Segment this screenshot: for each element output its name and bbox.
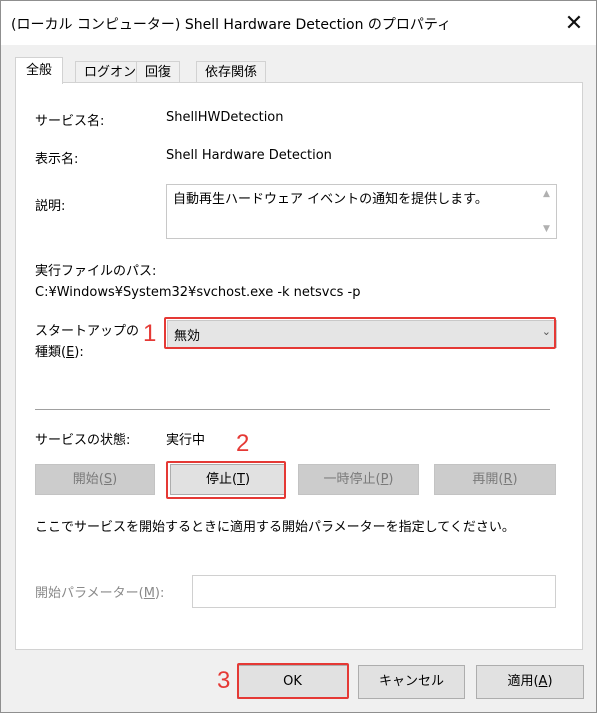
start-params-hint: ここでサービスを開始するときに適用する開始パラメーターを指定してください。 bbox=[35, 520, 515, 535]
display-name-value: Shell Hardware Detection bbox=[166, 148, 332, 163]
highlight-startup-type bbox=[164, 317, 556, 349]
tab-recovery[interactable]: 回復 bbox=[136, 61, 181, 83]
pause-button[interactable]: 一時停止(P) bbox=[298, 464, 419, 495]
display-name-label: 表示名: bbox=[35, 152, 79, 167]
cancel-button[interactable]: キャンセル bbox=[358, 665, 465, 699]
service-name-label: サービス名: bbox=[35, 114, 105, 129]
description-label: 説明: bbox=[35, 199, 66, 214]
start-params-label: 開始パラメーター(M): bbox=[35, 586, 165, 601]
tab-dependencies[interactable]: 依存関係 bbox=[196, 61, 267, 83]
apply-button[interactable]: 適用(A) bbox=[476, 665, 584, 699]
startup-type-label-line1: スタートアップの bbox=[35, 324, 140, 339]
highlight-stop-button bbox=[166, 461, 286, 499]
start-button[interactable]: 開始(S) bbox=[35, 464, 155, 495]
highlight-ok-button bbox=[237, 663, 349, 699]
scroll-up-icon[interactable]: ▲ bbox=[543, 189, 550, 199]
description-value: 自動再生ハードウェア イベントの通知を提供します。 bbox=[173, 192, 488, 207]
exe-path-label: 実行ファイルのパス: bbox=[35, 264, 157, 279]
service-status-value: 実行中 bbox=[166, 433, 206, 448]
annotation-marker-2: 2 bbox=[236, 430, 250, 457]
annotation-marker-3: 3 bbox=[217, 667, 231, 694]
service-status-label: サービスの状態: bbox=[35, 433, 131, 448]
general-tab-panel: サービス名: ShellHWDetection 表示名: Shell Hardw… bbox=[15, 82, 583, 650]
tab-general[interactable]: 全般 bbox=[15, 57, 64, 84]
resume-button[interactable]: 再開(R) bbox=[434, 464, 556, 495]
service-properties-dialog: (ローカル コンピューター) Shell Hardware Detection … bbox=[0, 0, 597, 713]
startup-type-label-line2: 種類(E): bbox=[35, 345, 84, 360]
exe-path-value: C:¥Windows¥System32¥svchost.exe -k netsv… bbox=[35, 285, 361, 300]
close-icon: ✕ bbox=[564, 10, 584, 36]
title-bar: (ローカル コンピューター) Shell Hardware Detection … bbox=[1, 1, 596, 45]
annotation-marker-1: 1 bbox=[143, 320, 157, 347]
tab-logon[interactable]: ログオン bbox=[75, 61, 146, 83]
service-name-value: ShellHWDetection bbox=[166, 110, 284, 125]
scroll-down-icon[interactable]: ▼ bbox=[543, 224, 550, 234]
description-textbox[interactable]: 自動再生ハードウェア イベントの通知を提供します。 ▲ ▼ bbox=[166, 184, 557, 239]
section-divider bbox=[35, 409, 550, 410]
window-title: (ローカル コンピューター) Shell Hardware Detection … bbox=[11, 17, 452, 33]
start-params-input[interactable] bbox=[192, 575, 556, 608]
close-button[interactable]: ✕ bbox=[552, 1, 596, 45]
description-scrollbar[interactable]: ▲ ▼ bbox=[539, 185, 556, 238]
